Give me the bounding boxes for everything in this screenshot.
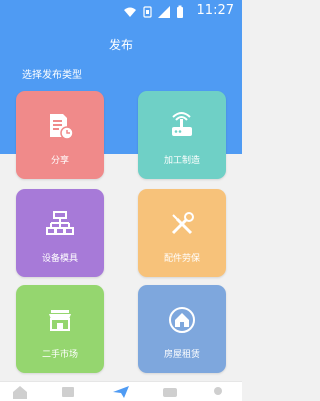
battery-icon [177,5,183,18]
tile-parts-protection[interactable]: 配件劳保 [138,189,226,277]
document-clock-icon [50,114,74,140]
page-title: 发布 [108,38,133,52]
tile-share[interactable]: 分享 [16,91,104,179]
tile-equipment-molds-label: 设备模具 [41,254,78,264]
nav-chat[interactable] [158,385,182,401]
signal-icon [158,6,170,18]
profile-icon [214,387,222,395]
wifi-icon [124,7,136,17]
sim-icon [143,6,152,18]
nav-home[interactable] [8,385,32,401]
tools-icon [171,212,194,235]
chat-icon [163,388,177,397]
nav-send[interactable] [109,385,133,401]
tile-house-rental-label: 房屋租赁 [163,350,200,360]
tile-processing-manufacturing-label: 加工制造 [163,156,200,166]
tile-second-hand-market-label: 二手市场 [41,350,78,360]
page-subtitle: 选择发布类型 [22,70,82,81]
hierarchy-icon [46,211,74,235]
tile-second-hand-market[interactable]: 二手市场 [16,285,104,373]
status-bar: 11:27 [0,0,242,24]
nav-profile[interactable] [206,385,230,401]
tile-equipment-molds[interactable]: 设备模具 [16,189,104,277]
status-time: 11:27 [196,3,234,18]
tile-parts-protection-label: 配件劳保 [163,254,200,264]
tile-share-label: 分享 [50,156,69,166]
send-icon [113,386,129,398]
tile-processing-manufacturing[interactable]: 加工制造 [138,91,226,179]
router-icon [172,112,192,136]
list-icon [62,387,74,397]
storefront-icon [49,310,71,331]
home-icon [13,386,27,399]
house-icon [169,307,195,333]
bottom-nav [0,381,242,401]
tile-house-rental[interactable]: 房屋租赁 [138,285,226,373]
nav-list[interactable] [56,385,80,401]
